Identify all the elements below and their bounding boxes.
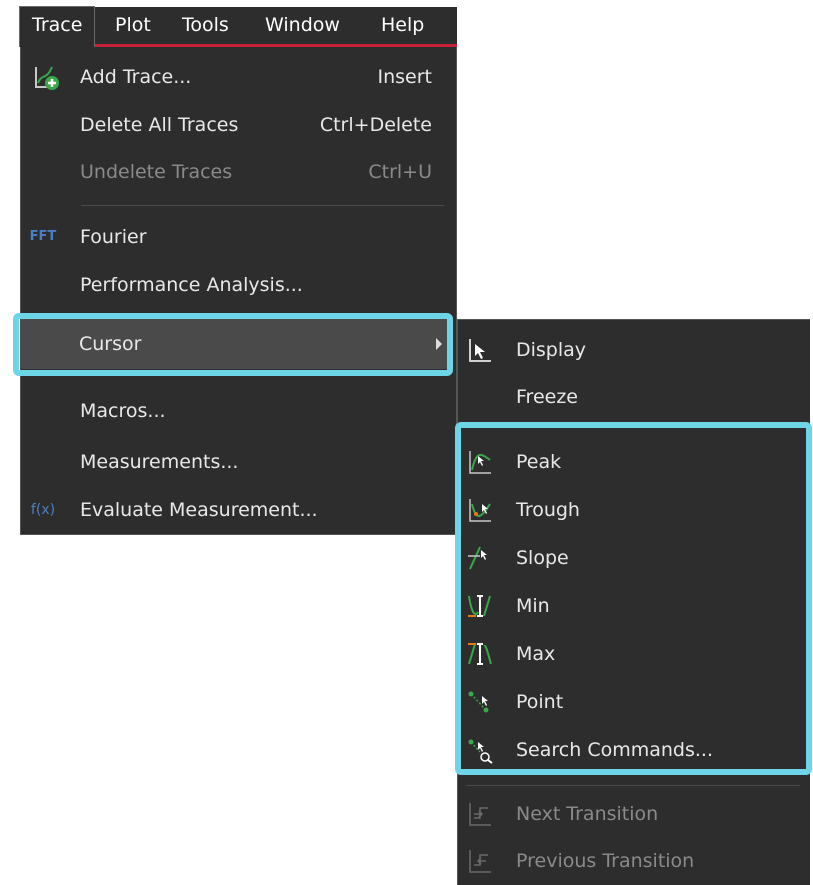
menu-trace[interactable]: Trace	[19, 6, 96, 47]
function-icon: f(x)	[30, 502, 56, 518]
menu-item-undelete-traces[interactable]: Undelete Traces Ctrl+U	[21, 150, 456, 194]
menu-item-label: Performance Analysis...	[80, 274, 303, 296]
menu-help[interactable]: Help	[381, 7, 424, 44]
menu-item-fourier[interactable]: FFT Fourier	[21, 215, 456, 259]
submenu-item-freeze[interactable]: Freeze	[458, 375, 810, 419]
menu-item-label: Add Trace...	[80, 66, 192, 88]
menu-tools[interactable]: Tools	[182, 7, 229, 44]
shortcut-label: Insert	[377, 66, 433, 88]
menu-item-delete-all-traces[interactable]: Delete All Traces Ctrl+Delete	[21, 103, 456, 147]
submenu-item-label: Display	[516, 339, 587, 361]
submenu-item-label: Previous Transition	[516, 850, 695, 872]
menu-item-label: Evaluate Measurement...	[80, 499, 318, 521]
fft-icon: FFT	[29, 229, 57, 244]
menu-item-label: Macros...	[80, 400, 166, 422]
menu-item-label: Delete All Traces	[80, 114, 239, 136]
cursor-display-icon	[469, 339, 491, 362]
menu-item-label: Undelete Traces	[80, 161, 233, 183]
menu-item-measurements[interactable]: Measurements...	[21, 440, 456, 484]
menu-separator	[466, 785, 800, 786]
submenu-item-display[interactable]: Display	[458, 328, 810, 372]
menu-separator	[81, 205, 444, 206]
previous-transition-icon	[469, 850, 491, 873]
submenu-item-label: Next Transition	[516, 803, 659, 825]
menu-item-evaluate-measurement[interactable]: f(x) Evaluate Measurement...	[21, 488, 456, 532]
highlight-box-cursor-commands	[455, 422, 812, 775]
submenu-item-next-transition[interactable]: Next Transition	[458, 792, 810, 836]
submenu-item-previous-transition[interactable]: Previous Transition	[458, 839, 810, 883]
highlight-box-cursor	[13, 313, 453, 376]
menu-window[interactable]: Window	[265, 7, 340, 44]
shortcut-label: Ctrl+U	[368, 161, 432, 183]
menu-item-label: Fourier	[80, 226, 147, 248]
menu-plot[interactable]: Plot	[115, 7, 151, 44]
menu-item-label: Measurements...	[80, 451, 239, 473]
next-transition-icon	[469, 803, 491, 826]
trace-menu: Add Trace... Insert Delete All Traces Ct…	[20, 47, 457, 535]
menu-item-performance-analysis[interactable]: Performance Analysis...	[21, 263, 456, 307]
add-trace-icon	[21, 63, 66, 91]
menu-item-macros[interactable]: Macros...	[21, 389, 456, 433]
submenu-item-label: Freeze	[516, 386, 578, 408]
menu-bar: Trace Plot Tools Window Help	[19, 6, 457, 47]
shortcut-label: Ctrl+Delete	[319, 114, 432, 136]
menu-item-add-trace[interactable]: Add Trace... Insert	[21, 55, 456, 99]
